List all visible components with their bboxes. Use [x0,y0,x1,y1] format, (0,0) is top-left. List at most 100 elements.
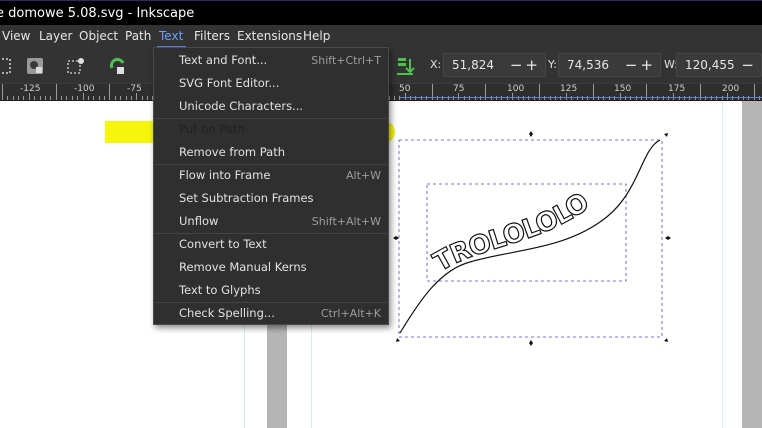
menu-separator [155,164,387,165]
menu-object[interactable]: Object [79,25,118,48]
text-menu-item[interactable]: Unicode Characters... [154,95,388,118]
y-spinbox[interactable]: 74,536 −+ [558,53,661,77]
text-menu-item-label: Check Spelling... [179,306,275,320]
text-menu-item[interactable]: Convert to Text [154,233,388,256]
text-menu-item[interactable]: SVG Font Editor... [154,72,388,95]
ruler-tick [99,96,100,100]
text-menu-item-label: Text to Glyphs [179,283,261,297]
y-plus-button[interactable]: + [640,56,656,74]
ruler-label: 175 [668,84,686,94]
menubar: View Layer Object Path Text Filters Exte… [0,25,762,48]
scale-handle-top-right[interactable] [664,133,668,137]
text-menu-item-label: Unicode Characters... [179,99,304,113]
x-minus-button[interactable]: − [510,56,526,74]
ruler-tick [83,93,84,100]
text-menu-item[interactable]: Put on Path [154,118,388,141]
ruler-label: 125 [560,84,578,94]
text-menu-item[interactable]: Remove from Path [154,141,388,164]
scale-handle-top[interactable] [529,131,533,137]
ruler-tick [104,96,105,100]
menu-filters[interactable]: Filters [194,25,230,48]
text-menu-item[interactable]: Text to Glyphs [154,279,388,302]
ruler-tick [131,96,132,100]
scale-handle-bottom-right[interactable] [664,338,668,342]
text-menu-item-label: Set Subtraction Frames [179,191,314,205]
text-menu-item[interactable]: Unflow Shift+Alt+W [154,210,388,233]
w-spinbox[interactable]: 120,455 − [676,53,762,77]
ruler-tick [18,96,19,100]
ruler-tick [389,96,390,100]
ruler-tick [56,84,57,100]
y-stepper[interactable]: −+ [625,54,656,76]
ruler-label: 100 [507,84,525,94]
text-menu-item[interactable]: Text and Font... Shift+Ctrl+T [154,49,388,72]
x-stepper[interactable]: −+ [510,54,541,76]
menu-text[interactable]: Text [156,25,187,48]
ruler-tick [136,93,137,100]
ruler-tick [66,96,67,100]
ruler-label: -75 [127,84,142,94]
ruler-tick [23,96,24,100]
w-minus-button[interactable]: − [741,56,757,74]
ruler-tick [45,96,46,100]
ruler-tick [77,96,78,100]
x-label: X: [430,58,442,71]
text-menu-item-label: Unflow [179,214,219,228]
text-menu-item[interactable]: Flow into Frame Alt+W [154,164,388,187]
ruler-label: 200 [722,84,740,94]
ruler-tick [120,96,121,100]
y-value[interactable]: 74,536 [567,54,609,76]
text-menu-item[interactable]: Set Subtraction Frames [154,187,388,210]
ruler-tick [72,96,73,100]
text-menu-item-label: Remove from Path [179,145,286,159]
x-spinbox[interactable]: 51,824 −+ [443,53,546,77]
scale-handle-bottom[interactable] [529,340,533,346]
text-menu-item-label: Remove Manual Kerns [179,260,307,274]
ruler-selection-range [400,97,762,98]
menu-layer[interactable]: Layer [39,25,72,48]
deselect-icon[interactable] [66,56,86,76]
ruler-tick [126,96,127,100]
ruler-tick [142,96,143,100]
rotate-ccw-icon[interactable] [108,56,128,76]
ruler-tick [2,84,3,100]
scale-handle-right[interactable] [665,236,671,240]
text-on-path[interactable]: TROLOLOLO [428,187,596,278]
scale-handle-left[interactable] [393,236,399,240]
scale-handle-bottom-left[interactable] [396,338,400,342]
ruler-tick [115,96,116,100]
menu-separator [155,302,387,303]
ruler-tick [7,96,8,100]
ruler-label: 150 [614,84,632,94]
menu-separator [155,118,387,119]
x-value[interactable]: 51,824 [452,54,494,76]
menu-extensions[interactable]: Extensions [237,25,302,48]
w-stepper[interactable]: − [741,54,757,76]
ruler-tick [88,96,89,100]
ruler-tick [40,96,41,100]
text-menu-item[interactable]: Check Spelling... Ctrl+Alt+K [154,302,388,325]
text-menu-item-label: Text and Font... [179,53,268,67]
ruler-tick [109,84,110,100]
menu-separator [155,233,387,234]
x-plus-button[interactable]: + [525,56,541,74]
w-value[interactable]: 120,455 [685,54,735,76]
ruler-tick [13,96,14,100]
ruler-tick [61,96,62,100]
menu-help[interactable]: Help [303,25,330,48]
y-minus-button[interactable]: − [625,56,641,74]
path-text-content: TROLOLOLO [428,187,596,278]
select-all-layers-icon[interactable] [25,56,45,76]
text-menu-item-label: Put on Path [179,122,245,136]
ruler-tick [147,96,148,100]
lower-to-bottom-icon[interactable] [395,56,415,76]
text-menu-item-label: Flow into Frame [179,168,271,182]
ruler-tick [394,96,395,100]
text-menu-item-label: SVG Font Editor... [179,76,280,90]
select-all-icon[interactable] [0,56,14,76]
text-menu-item[interactable]: Remove Manual Kerns [154,256,388,279]
text-menu-item-label: Convert to Text [179,237,267,251]
menu-path[interactable]: Path [125,25,151,48]
menu-view[interactable]: View [2,25,30,48]
text-menu-dropdown: Text and Font... Shift+Ctrl+T SVG Font Edi… [153,47,389,325]
